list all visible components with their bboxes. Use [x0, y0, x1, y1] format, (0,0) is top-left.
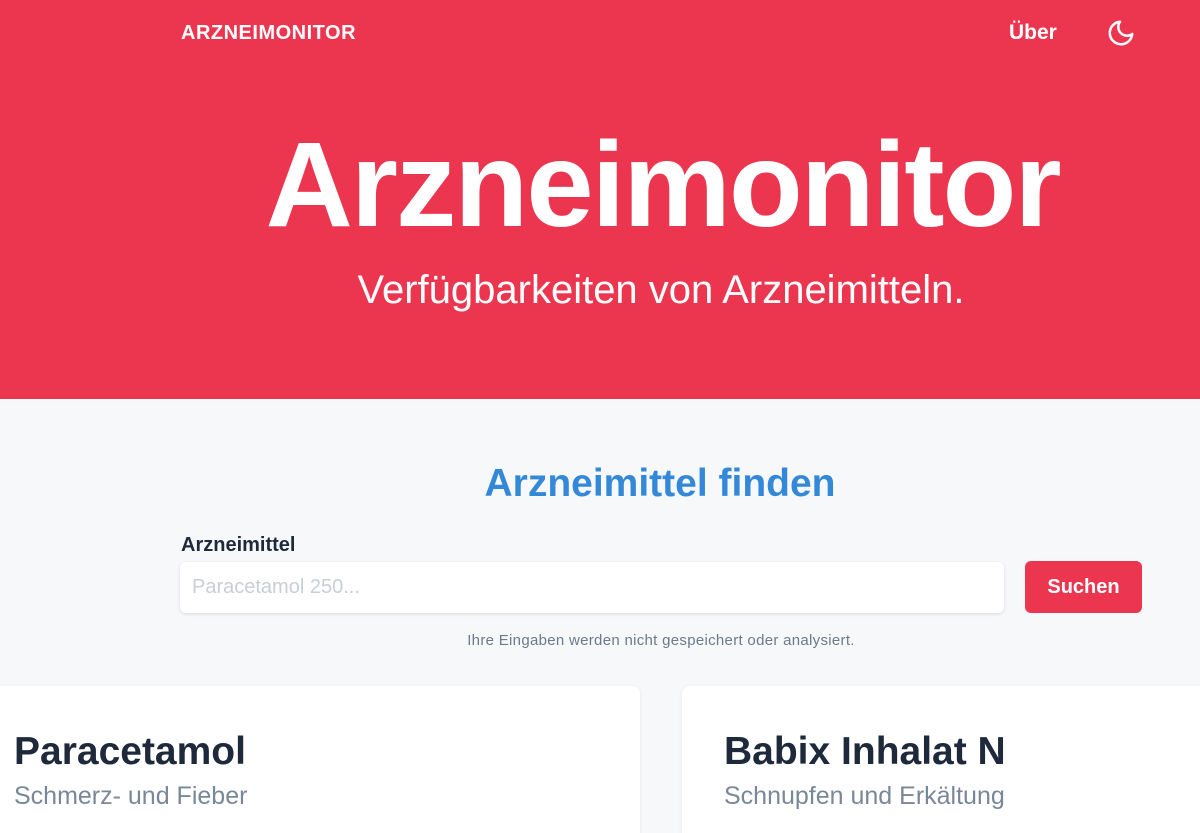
moon-icon[interactable]: [1106, 18, 1136, 48]
hero-header: ARZNEIMONITOR Über Arzneimonitor Verfügb…: [0, 0, 1200, 399]
hero-subtitle: Verfügbarkeiten von Arzneimitteln.: [357, 268, 965, 312]
card-title: Paracetamol: [14, 730, 246, 773]
medication-field-label: Arzneimittel: [181, 534, 296, 556]
search-button[interactable]: Suchen: [1025, 561, 1142, 613]
medication-card-paracetamol[interactable]: Paracetamol Schmerz- und Fieber: [0, 686, 640, 833]
brand-logo-link[interactable]: ARZNEIMONITOR: [181, 22, 356, 45]
nav-about-link[interactable]: Über: [1009, 21, 1057, 45]
medication-card-babix[interactable]: Babix Inhalat N Schnupfen und Erkältung: [682, 686, 1200, 833]
hero-title: Arzneimonitor: [265, 116, 1061, 252]
medication-search-input[interactable]: [180, 562, 1004, 613]
search-heading: Arzneimittel finden: [484, 462, 836, 505]
privacy-note: Ihre Eingaben werden nicht gespeichert o…: [467, 632, 855, 649]
card-subtitle: Schnupfen und Erkältung: [724, 782, 1005, 810]
card-subtitle: Schmerz- und Fieber: [14, 782, 248, 810]
card-title: Babix Inhalat N: [724, 730, 1006, 773]
